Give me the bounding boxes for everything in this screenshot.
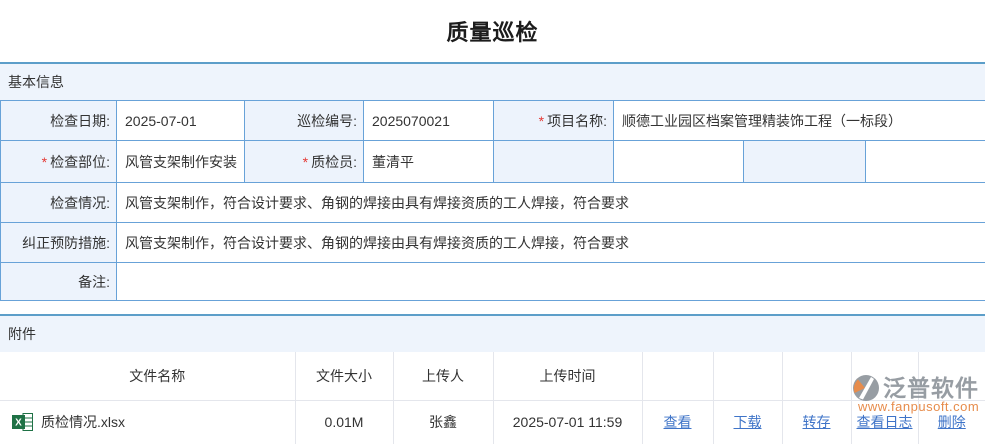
field-value-inspection-no: 2025070021	[364, 101, 494, 141]
col-header-file-size: 文件大小	[295, 352, 393, 400]
view-link[interactable]: 查看	[664, 414, 692, 430]
transfer-link[interactable]: 转存	[803, 414, 831, 430]
field-value-remarks	[117, 263, 985, 301]
col-header-action-5	[918, 352, 985, 400]
field-label-check-situation: 检查情况:	[1, 183, 117, 223]
form-row-1: 检查日期: 2025-07-01 巡检编号: 2025070021 *项目名称:…	[1, 101, 985, 141]
field-label-check-part: *检查部位:	[1, 141, 117, 183]
field-value-empty-2	[866, 141, 985, 183]
field-value-corrective-measures: 风管支架制作，符合设计要求、角钢的焊接由具有焊接资质的工人焊接，符合要求	[117, 223, 985, 263]
col-header-action-4	[851, 352, 918, 400]
view-log-link[interactable]: 查看日志	[857, 414, 913, 430]
action-cell-delete: 删除	[918, 400, 985, 444]
field-label-empty-1	[494, 141, 614, 183]
form-row-5: 备注:	[1, 263, 985, 301]
field-label-inspection-no: 巡检编号:	[245, 101, 364, 141]
field-label-text: 备注:	[78, 274, 110, 290]
field-label-text: 检查部位:	[50, 154, 110, 170]
field-label-project-name: *项目名称:	[494, 101, 614, 141]
field-label-inspector: *质检员:	[245, 141, 364, 183]
attachments-header-row: 文件名称 文件大小 上传人 上传时间	[0, 352, 985, 400]
delete-link[interactable]: 删除	[938, 414, 966, 430]
upload-time-cell: 2025-07-01 11:59	[493, 400, 642, 444]
field-value-inspector: 董清平	[364, 141, 494, 183]
file-size-cell: 0.01M	[295, 400, 393, 444]
section-header-basic-info: 基本信息	[0, 62, 985, 100]
col-header-uploader: 上传人	[393, 352, 493, 400]
uploader-cell: 张鑫	[393, 400, 493, 444]
col-header-file-name: 文件名称	[0, 352, 295, 400]
field-value-check-situation: 风管支架制作，符合设计要求、角钢的焊接由具有焊接资质的工人焊接，符合要求	[117, 183, 985, 223]
field-label-check-date: 检查日期:	[1, 101, 117, 141]
col-header-upload-time: 上传时间	[493, 352, 642, 400]
col-header-action-2	[713, 352, 782, 400]
action-cell-view: 查看	[642, 400, 713, 444]
action-cell-download: 下载	[713, 400, 782, 444]
field-label-text: 纠正预防措施:	[22, 235, 110, 251]
field-value-check-date: 2025-07-01	[117, 101, 245, 141]
download-link[interactable]: 下载	[734, 414, 762, 430]
svg-text:X: X	[15, 418, 22, 429]
required-asterisk: *	[539, 113, 544, 129]
excel-file-icon: X	[12, 413, 33, 431]
file-name-text: 质检情况.xlsx	[41, 412, 125, 432]
field-label-empty-2	[744, 141, 866, 183]
field-label-text: 项目名称:	[547, 113, 607, 129]
field-value-empty-1	[614, 141, 744, 183]
section-header-attachments: 附件	[0, 314, 985, 352]
page-title: 质量巡检	[0, 0, 985, 62]
basic-info-table: 检查日期: 2025-07-01 巡检编号: 2025070021 *项目名称:…	[0, 100, 985, 301]
attachment-row: X 质检情况.xlsx 0.01M 张鑫 2025-07-01 11:59 查看…	[0, 400, 985, 444]
action-cell-view-log: 查看日志	[851, 400, 918, 444]
field-label-text: 巡检编号:	[297, 113, 357, 129]
field-label-remarks: 备注:	[1, 263, 117, 301]
required-asterisk: *	[42, 154, 47, 170]
field-label-corrective-measures: 纠正预防措施:	[1, 223, 117, 263]
action-cell-transfer: 转存	[782, 400, 851, 444]
attachments-table: 文件名称 文件大小 上传人 上传时间 X	[0, 352, 985, 444]
form-row-3: 检查情况: 风管支架制作，符合设计要求、角钢的焊接由具有焊接资质的工人焊接，符合…	[1, 183, 985, 223]
field-value-project-name: 顺德工业园区档案管理精装饰工程（一标段）	[614, 101, 985, 141]
file-name-cell: X 质检情况.xlsx	[0, 400, 295, 444]
field-label-text: 检查日期:	[50, 113, 110, 129]
field-label-text: 检查情况:	[50, 195, 110, 211]
col-header-action-3	[782, 352, 851, 400]
field-value-check-part: 风管支架制作安装	[117, 141, 245, 183]
form-row-2: *检查部位: 风管支架制作安装 *质检员: 董清平	[1, 141, 985, 183]
field-label-text: 质检员:	[311, 154, 357, 170]
form-row-4: 纠正预防措施: 风管支架制作，符合设计要求、角钢的焊接由具有焊接资质的工人焊接，…	[1, 223, 985, 263]
col-header-action-1	[642, 352, 713, 400]
required-asterisk: *	[303, 154, 308, 170]
